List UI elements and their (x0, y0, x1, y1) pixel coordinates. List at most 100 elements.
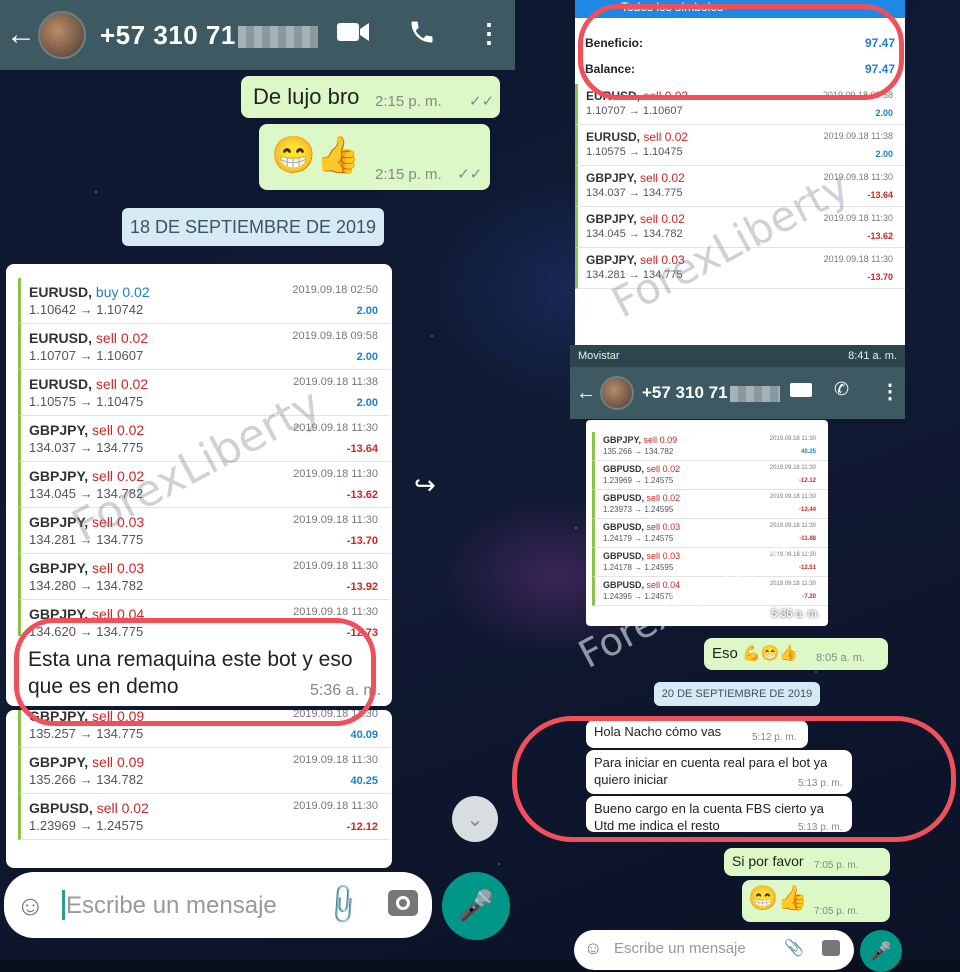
trade-profit: -12.12 (798, 477, 816, 484)
trade-row: GBPJPY, sell 0.03 2019.09.18 11:30 134.280… (18, 554, 390, 600)
trade-symbol: GBPUSD, (603, 551, 645, 562)
trade-row: EURUSD, sell 0.02 2019.09.18 11:38 1.10575… (18, 370, 390, 416)
trade-price: 134.280 → 134.782 (29, 577, 144, 593)
message-time: 8:05 a. m. (816, 652, 865, 664)
trade-price: 1.24179 → 1.24575 (603, 534, 674, 544)
forward-icon[interactable]: ↪ (414, 470, 436, 501)
trade-date: 2019.09.18 11:30 (293, 468, 378, 481)
trade-row: EURUSD, sell 0.02 2019.09.18 11:38 1.10575… (575, 125, 905, 166)
trade-profit: -12.12 (346, 820, 378, 833)
trade-profit: -13.70 (867, 271, 893, 282)
message-input[interactable]: Escribe un mensaje (66, 892, 277, 920)
emoji-text: 😁👍 (271, 134, 361, 175)
trade-symbol: GBPJPY, (29, 513, 89, 530)
redaction-blur (729, 385, 780, 402)
incoming-message[interactable]: Hola Nacho cómo vas 5:12 p. m. (586, 720, 808, 748)
scroll-down-icon[interactable]: ⌄ (452, 796, 498, 842)
phone-call-icon[interactable] (408, 17, 436, 52)
emoji-text: 😁👍 (748, 885, 808, 912)
trade-date: 2019.09.18 11:30 (769, 465, 816, 472)
message-input-bar[interactable]: ☺ Escribe un mensaje 📎 (4, 872, 432, 938)
outgoing-message[interactable]: Si por favor 7:05 p. m. (724, 848, 890, 876)
trade-lot: 0.03 (662, 522, 681, 533)
trade-side: sell (92, 513, 114, 530)
camera-icon[interactable] (822, 940, 840, 956)
balance-value: 97.47 (864, 62, 895, 76)
image-message-mini[interactable]: GBPJPY, sell 0.09 2019.09.18 11:30 135.266… (586, 420, 828, 626)
mic-button-icon[interactable]: 🎤 (442, 872, 510, 940)
trade-side: sell (96, 799, 118, 816)
profit-label: Beneficio: (585, 36, 644, 50)
trade-date: 2019.09.18 11:38 (293, 376, 378, 389)
trade-symbol: GBPJPY, (29, 559, 89, 576)
trade-side: sell (646, 464, 661, 475)
trade-profit: 2.00 (356, 304, 378, 317)
trade-profit: 40.09 (350, 728, 378, 741)
message-input-bar[interactable]: ☺ Escribe un mensaje 📎 (574, 930, 854, 970)
incoming-message[interactable]: Bueno cargo en la cuenta FBS cierto ya U… (586, 796, 852, 833)
message-text: Hola Nacho cómo vas (594, 724, 722, 739)
phone-call-icon[interactable]: ✆ (834, 379, 849, 400)
trade-price: 1.10575 → 1.10475 (29, 393, 144, 409)
contact-avatar[interactable] (600, 376, 634, 410)
contact-name[interactable]: +57 310 71 (642, 383, 780, 403)
back-arrow-icon[interactable]: ← (6, 18, 36, 52)
mic-button-icon[interactable]: 🎤 (860, 930, 902, 972)
trade-price: 134.281 → 134.775 (586, 269, 683, 282)
trade-profit: -7.20 (802, 593, 816, 600)
chat-header: ← +57 310 71 ⋮ (0, 0, 515, 70)
trade-date: 2019.09.18 11:30 (769, 494, 816, 501)
back-arrow-icon[interactable]: ← (576, 382, 596, 405)
trade-profit: -13.64 (346, 442, 378, 455)
trade-profit: -13.92 (346, 580, 378, 593)
trade-lot: 0.03 (116, 513, 145, 530)
trade-symbol: GBPJPY, (29, 753, 89, 770)
contact-name[interactable]: +57 310 71 (100, 20, 318, 51)
trade-price: 134.037 → 134.775 (586, 187, 683, 200)
trade-lot: 0.03 (116, 559, 145, 576)
status-time: 8:41 a. m. (848, 350, 897, 362)
trade-lot: 0.02 (121, 799, 149, 816)
video-call-icon[interactable] (790, 383, 812, 397)
trade-side: sell (95, 329, 117, 346)
date-chip: 20 DE SEPTIEMBRE DE 2019 (654, 682, 820, 706)
emoji-icon[interactable]: ☺ (584, 938, 602, 959)
outgoing-message[interactable]: De lujo bro 2:15 p. m. ✓✓ (241, 76, 500, 118)
contact-avatar[interactable] (38, 11, 86, 59)
image-message-trades-2[interactable]: GBPJPY, sell 0.09 2019.09.18 11:30 135.257… (6, 710, 392, 868)
outgoing-message-emoji[interactable]: 😁👍 7:05 p. m. (742, 880, 890, 922)
trade-date: 2019.09.18 09:58 (292, 330, 378, 343)
trade-symbol: GBPUSD, (603, 464, 645, 475)
emoji-icon[interactable]: ☺ (16, 890, 45, 922)
trade-profit: 2.00 (356, 350, 378, 363)
outgoing-message[interactable]: Eso 💪😁👍 8:05 a. m. (704, 638, 888, 670)
attach-icon[interactable]: 📎 (784, 938, 804, 958)
trade-side: sell (646, 493, 661, 504)
video-call-icon[interactable] (336, 20, 370, 51)
trade-profit: -13.62 (346, 488, 378, 501)
trade-lot: 0.02 (120, 329, 149, 346)
attach-icon[interactable]: 📎 (319, 881, 367, 929)
incoming-message[interactable]: Para iniciar en cuenta real para el bot … (586, 750, 852, 794)
trade-lot: 0.09 (659, 435, 678, 446)
camera-icon[interactable] (388, 890, 418, 916)
double-check-icon: ✓✓ (469, 93, 495, 110)
trade-symbol: GBPJPY, (29, 421, 89, 438)
more-menu-icon[interactable]: ⋮ (476, 18, 502, 49)
outgoing-message-emoji[interactable]: 😁👍 2:15 p. m. ✓✓ (259, 124, 490, 190)
message-text: Si por favor (732, 853, 804, 869)
trade-symbol: GBPUSD, (29, 799, 93, 816)
trade-symbol: GBPUSD, (603, 493, 645, 504)
message-text: Eso 💪😁👍 (712, 645, 799, 662)
more-menu-icon[interactable]: ⋮ (880, 379, 900, 404)
trade-row: GBPUSD, sell 0.02 2019.09.18 11:30 1.23969… (18, 794, 390, 840)
trade-lot: 0.03 (662, 551, 681, 562)
trade-row: GBPJPY, sell 0.02 2019.09.18 11:30 134.045… (575, 207, 905, 248)
caption-bubble[interactable]: Esta una remaquina este bot y eso que es… (10, 636, 390, 706)
trade-price: 1.24395 → 1.24575 (603, 592, 674, 602)
trade-symbol: EURUSD, (586, 129, 641, 144)
trade-price: 134.045 → 134.782 (586, 228, 683, 241)
message-input[interactable]: Escribe un mensaje (614, 940, 746, 957)
trade-side: sell (92, 467, 114, 484)
trade-row: GBPUSD, sell 0.04 2019.09.18 11:30 1.24395… (592, 577, 828, 606)
